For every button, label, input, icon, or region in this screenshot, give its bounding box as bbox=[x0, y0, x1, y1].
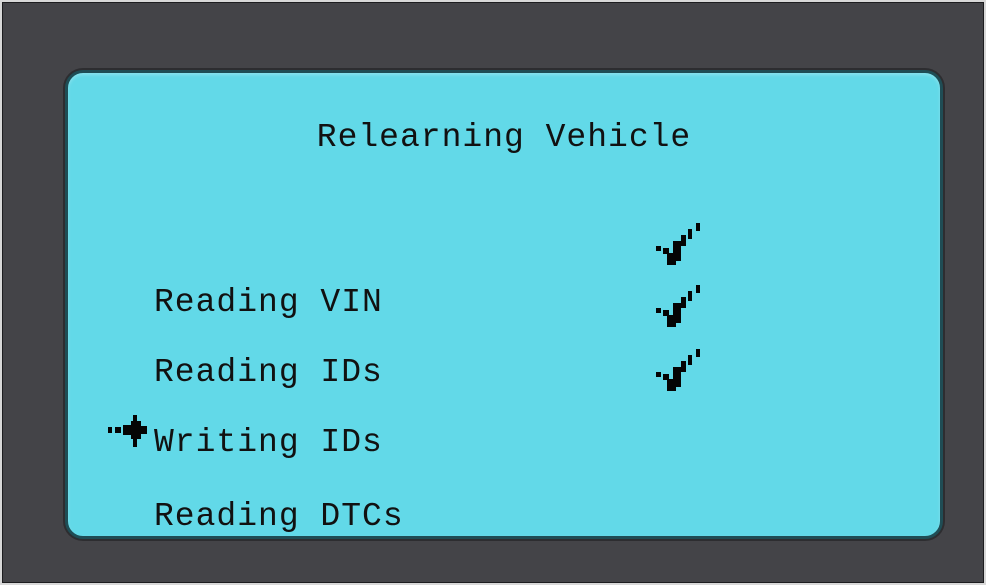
relearn-status-screen: Relearning Vehicle Reading VIN Reading I… bbox=[65, 70, 943, 539]
device-frame: Relearning Vehicle Reading VIN Reading I… bbox=[0, 0, 986, 585]
screen-title: Relearning Vehicle bbox=[316, 119, 692, 156]
step-reading-dtcs: Reading DTCs bbox=[154, 498, 404, 535]
checkmark-icon bbox=[653, 221, 707, 273]
checkmark-icon bbox=[653, 347, 707, 399]
step-reading-vin: Reading VIN bbox=[154, 284, 383, 321]
step-reading-ids: Reading IDs bbox=[154, 354, 383, 391]
pointer-arrow-icon bbox=[108, 405, 168, 455]
step-writing-ids: Writing IDs bbox=[154, 424, 383, 461]
checkmark-icon bbox=[653, 283, 707, 335]
